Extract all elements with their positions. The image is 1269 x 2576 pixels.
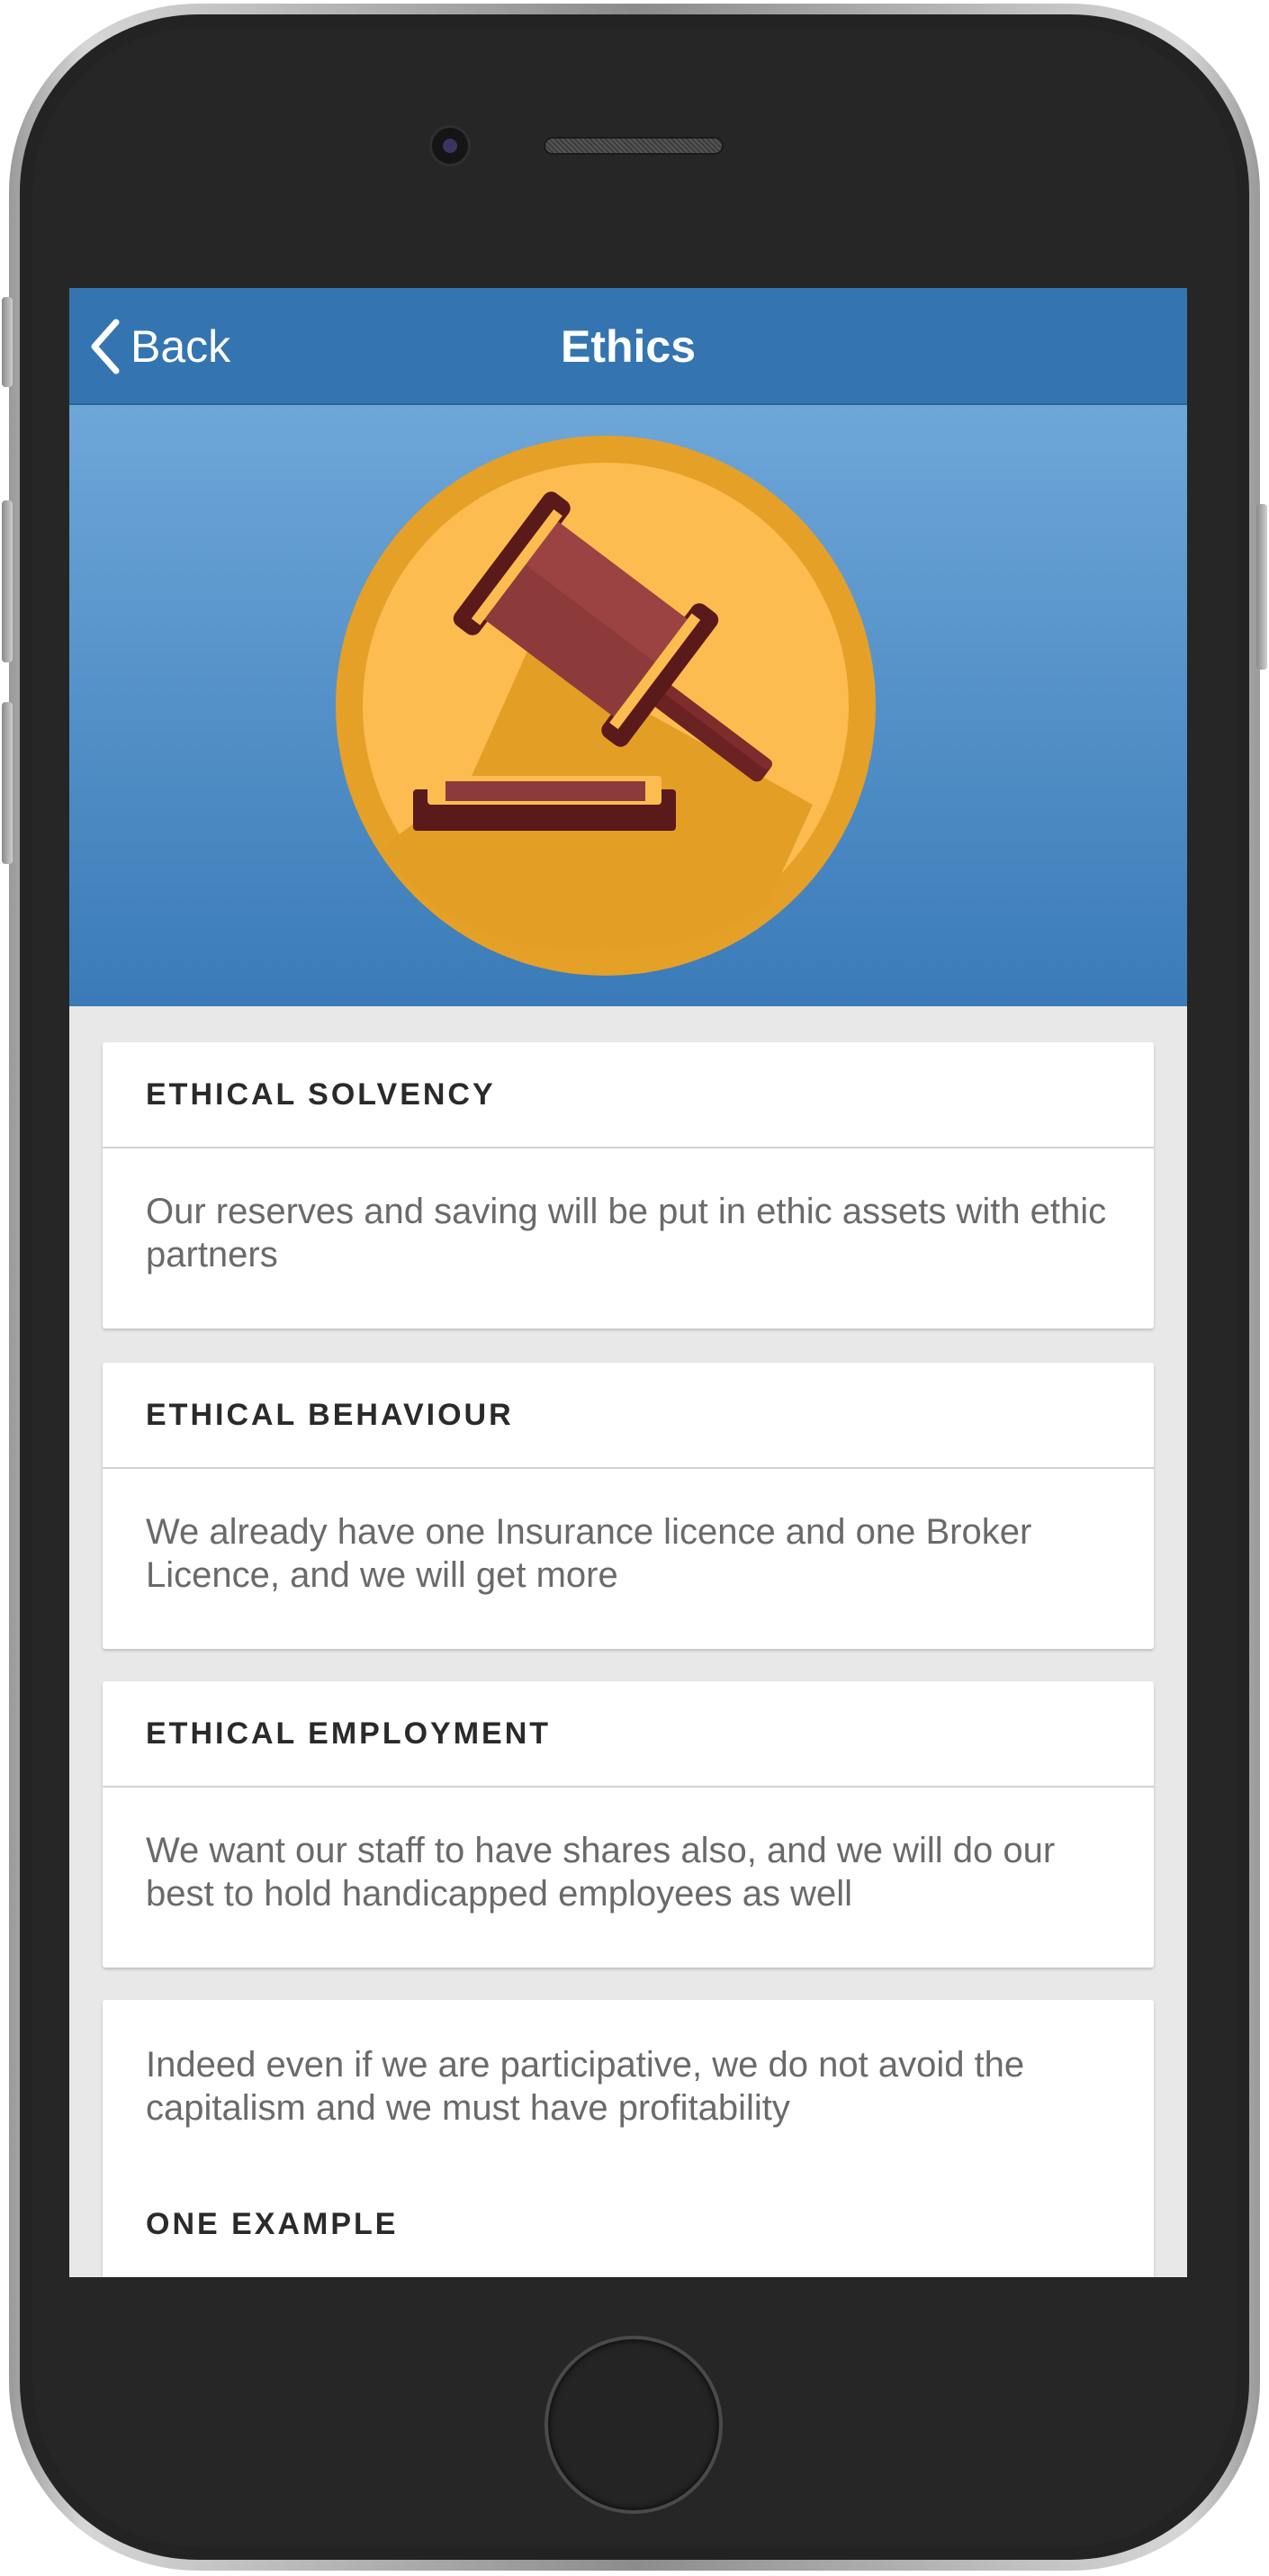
card-body: Indeed even if we are participative, we … <box>146 2045 1025 2128</box>
app-screen: Back Ethics ETHICAL SOLVENCY Our reserve… <box>69 288 1187 2277</box>
phone-frame: Back Ethics ETHICAL SOLVENCY Our reserve… <box>0 0 1269 2576</box>
front-camera-icon <box>432 128 468 164</box>
navigation-bar: Back Ethics <box>69 288 1187 405</box>
card-title: ETHICAL SOLVENCY <box>103 1042 1154 1148</box>
gavel-icon <box>336 436 876 976</box>
volume-down-button <box>2 702 13 864</box>
card-ethical-employment: ETHICAL EMPLOYMENT We want our staff to … <box>103 1681 1154 1968</box>
card-body: We want our staff to have shares also, a… <box>146 1831 1056 1914</box>
home-button[interactable] <box>544 2336 723 2514</box>
card-title: ETHICAL EMPLOYMENT <box>103 1681 1154 1788</box>
card-ethical-behaviour: ETHICAL BEHAVIOUR We already have one In… <box>103 1363 1154 1649</box>
card-ethical-solvency: ETHICAL SOLVENCY Our reserves and saving… <box>103 1042 1154 1329</box>
mute-switch <box>2 297 13 387</box>
card-one-example: Indeed even if we are participative, we … <box>103 2000 1154 2277</box>
volume-up-button <box>2 500 13 662</box>
hero-banner <box>69 405 1187 1006</box>
card-body: We already have one Insurance licence an… <box>146 1512 1032 1595</box>
power-button <box>1256 504 1267 670</box>
card-body: Our reserves and saving will be put in e… <box>146 1192 1107 1274</box>
earpiece-speaker <box>544 137 724 155</box>
card-subtitle: ONE EXAMPLE <box>146 2207 399 2241</box>
card-title: ETHICAL BEHAVIOUR <box>103 1363 1154 1469</box>
page-title: Ethics <box>560 321 697 372</box>
